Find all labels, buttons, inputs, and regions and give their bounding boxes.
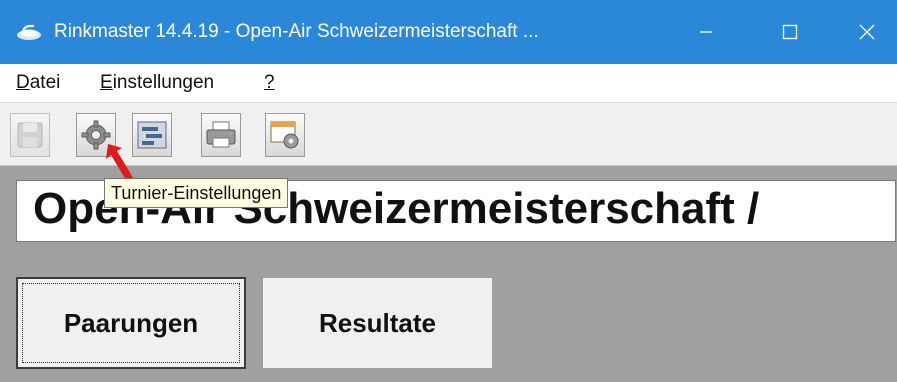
window-settings-icon — [270, 121, 299, 149]
save-button[interactable] — [10, 113, 50, 157]
minimize-icon — [700, 31, 712, 33]
print-button[interactable] — [201, 113, 241, 157]
menu-datei[interactable]: Datei — [16, 72, 60, 94]
window-title: Rinkmaster 14.4.19 - Open-Air Schweizerm… — [54, 21, 539, 42]
minimize-button[interactable] — [676, 0, 736, 64]
close-icon — [859, 24, 875, 40]
title-bar: Rinkmaster 14.4.19 - Open-Air Schweizerm… — [0, 0, 897, 64]
maximize-button[interactable] — [760, 0, 820, 64]
tooltip: Turnier-Einstellungen — [104, 178, 289, 208]
menu-help-accel: ? — [264, 72, 275, 93]
window-settings-button[interactable] — [265, 113, 305, 157]
pairings-button[interactable]: Paarungen — [16, 277, 246, 369]
close-button[interactable] — [837, 0, 897, 64]
maximize-icon — [782, 24, 798, 40]
menu-einstellungen-accel: E — [100, 72, 113, 93]
save-icon — [17, 122, 43, 148]
menu-datei-accel: D — [16, 72, 30, 93]
printer-icon — [206, 121, 236, 148]
menu-datei-rest: atei — [29, 72, 61, 93]
menu-einstellungen-rest: instellungen — [112, 72, 215, 93]
menu-bar: Datei Einstellungen ? — [0, 64, 897, 103]
curling-stone-icon — [17, 24, 41, 40]
results-button[interactable]: Resultate — [262, 277, 493, 369]
menu-help[interactable]: ? — [264, 72, 275, 94]
menu-einstellungen[interactable]: Einstellungen — [100, 72, 214, 94]
